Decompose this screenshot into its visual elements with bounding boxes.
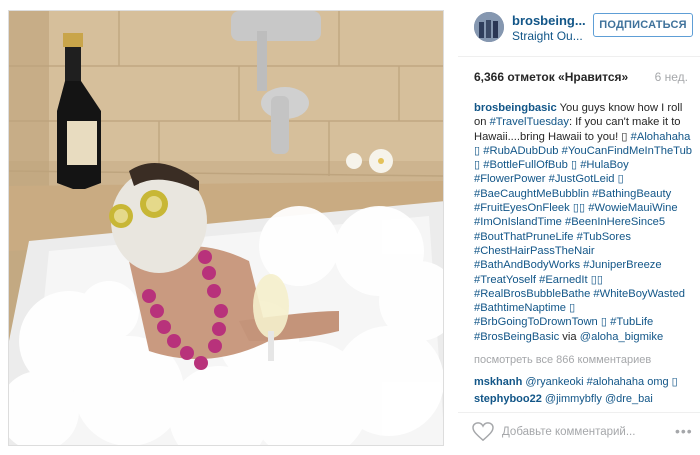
post-window: brosbeing... Straight Ou... ПОДПИСАТЬСЯ … <box>0 0 700 454</box>
post-location[interactable]: Straight Ou... <box>512 29 583 43</box>
caption-username[interactable]: brosbeingbasic <box>474 102 557 114</box>
comment-username[interactable]: stephyboo22 <box>474 393 542 405</box>
post-sidebar: brosbeing... Straight Ou... ПОДПИСАТЬСЯ … <box>458 0 700 454</box>
heart-icon[interactable] <box>472 422 494 442</box>
more-icon[interactable]: ••• <box>675 423 693 439</box>
comment-text: @ryankeoki #alohahaha omg ▯ <box>522 376 678 388</box>
caption-via-user[interactable]: @aloha_bigmike <box>580 331 664 343</box>
view-all-comments[interactable]: посмотреть все 866 комментариев <box>474 354 651 366</box>
likes-count[interactable]: 6,366 отметок «Нравится» <box>474 70 628 84</box>
caption-via: via <box>559 330 580 343</box>
post-photo[interactable] <box>8 10 444 446</box>
comment-footer: Добавьте комментарий... ••• <box>458 412 700 455</box>
post-caption: brosbeingbasic You guys know how I roll … <box>474 101 696 344</box>
comment-item: stephyboo22 @jimmybfly @dre_bai <box>474 393 653 405</box>
follow-button[interactable]: ПОДПИСАТЬСЯ <box>593 13 693 37</box>
post-header: brosbeing... Straight Ou... ПОДПИСАТЬСЯ <box>458 0 700 57</box>
comment-username[interactable]: mskhanh <box>474 376 522 388</box>
post-stats: 6,366 отметок «Нравится» 6 нед. <box>474 70 694 84</box>
avatar[interactable] <box>474 12 504 42</box>
comment-text: @jimmybfly @dre_bai <box>541 393 653 405</box>
caption-hashtags[interactable]: #Alohahaha ▯ #RubADubDub #YouCanFindMeIn… <box>474 131 692 343</box>
post-username[interactable]: brosbeing... <box>512 13 586 28</box>
post-age[interactable]: 6 нед. <box>655 70 688 84</box>
comment-item: mskhanh @ryankeoki #alohahaha omg ▯ <box>474 375 678 388</box>
comment-input[interactable]: Добавьте комментарий... <box>502 426 635 438</box>
caption-hashtag[interactable]: #TravelTuesday <box>490 116 569 128</box>
bathtub-photo <box>9 11 443 445</box>
avatar-image <box>474 12 504 42</box>
